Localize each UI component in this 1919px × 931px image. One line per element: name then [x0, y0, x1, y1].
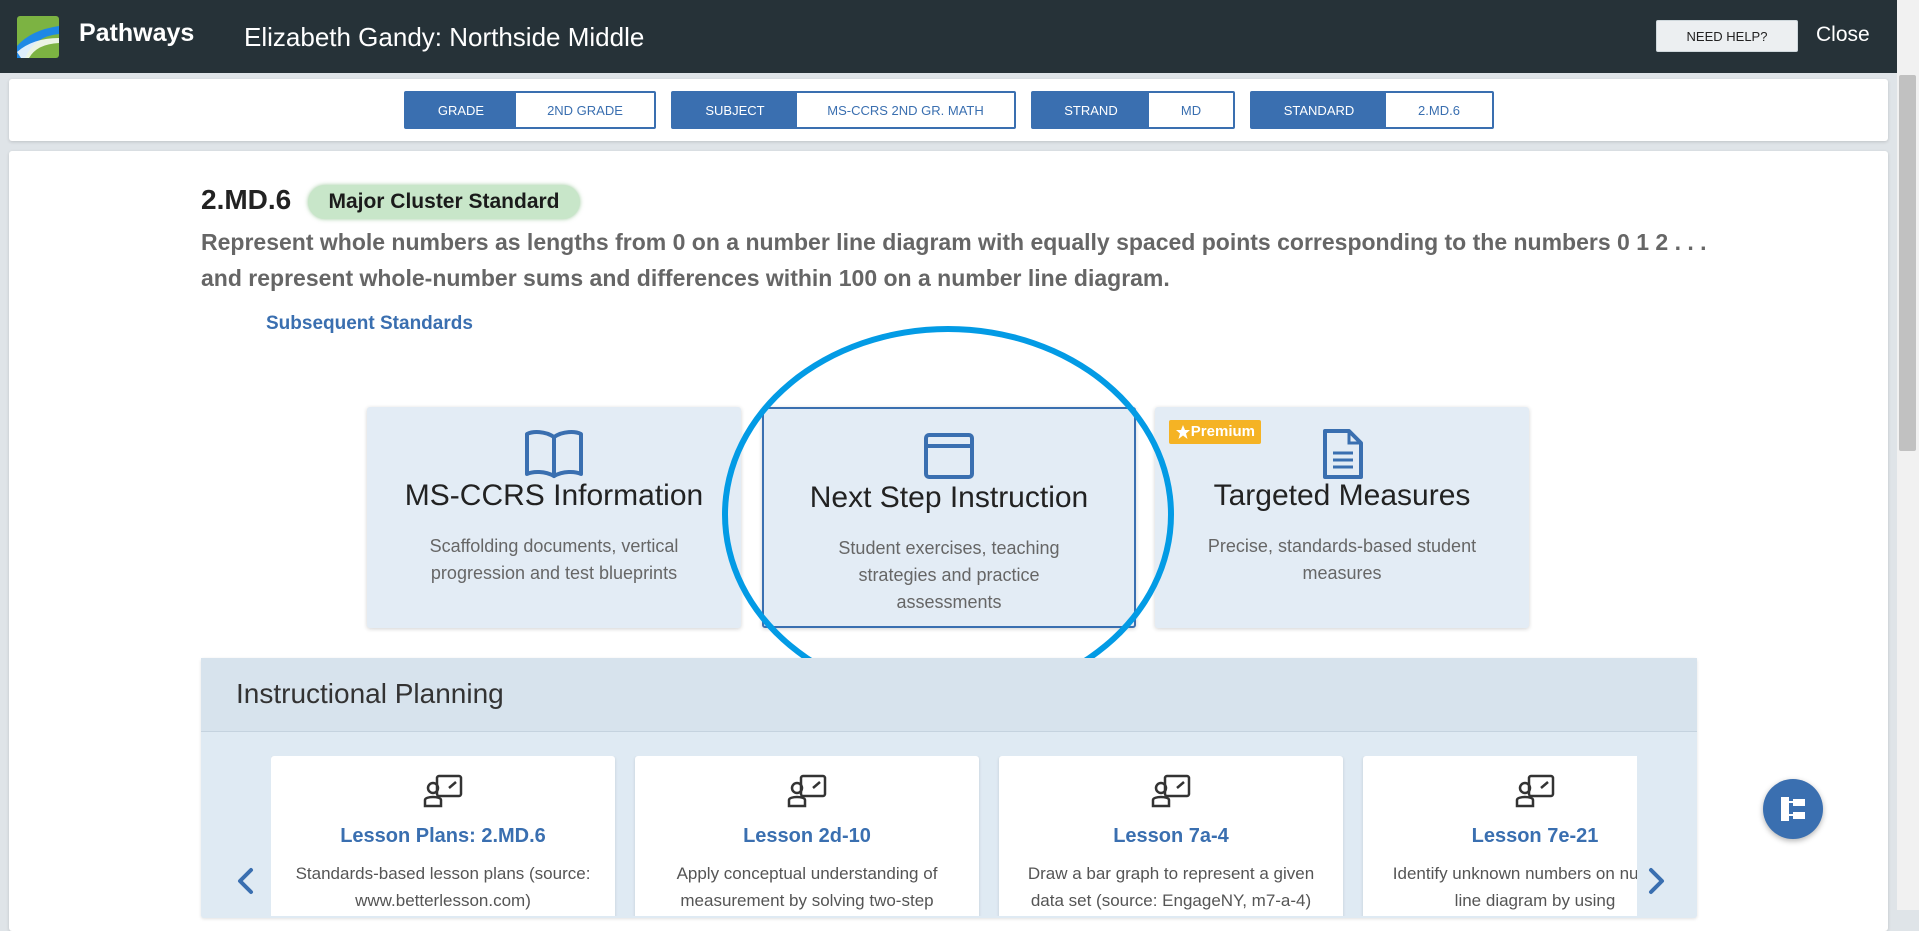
book-icon	[525, 430, 583, 478]
filter-grade[interactable]: GRADE 2ND GRADE	[404, 91, 656, 129]
filter-strand[interactable]: STRAND MD	[1031, 91, 1235, 129]
teacher-board-icon	[787, 774, 827, 808]
close-button[interactable]: Close	[1816, 23, 1870, 47]
premium-label: Premium	[1190, 423, 1255, 440]
lesson-card[interactable]: Lesson 2d-10 Apply conceptual understand…	[635, 756, 979, 916]
premium-badge: Premium	[1169, 420, 1261, 444]
lesson-title[interactable]: Lesson 7a-4	[999, 825, 1343, 848]
teacher-board-icon	[1515, 774, 1555, 808]
document-icon	[1323, 429, 1363, 479]
lesson-card[interactable]: Lesson 7e-21 Identify unknown numbers on…	[1363, 756, 1637, 916]
lesson-title[interactable]: Lesson 7e-21	[1363, 825, 1637, 848]
subsequent-standards-link[interactable]: Subsequent Standards	[266, 313, 473, 335]
filter-standard-value[interactable]: 2.MD.6	[1386, 93, 1492, 127]
lesson-carousel: Lesson Plans: 2.MD.6 Standards-based les…	[271, 756, 1637, 916]
scrollbar-thumb[interactable]	[1899, 75, 1916, 451]
filter-strand-key: STRAND	[1033, 93, 1149, 127]
lesson-card[interactable]: Lesson 7a-4 Draw a bar graph to represen…	[999, 756, 1343, 916]
teacher-board-icon	[423, 774, 463, 808]
teacher-board-icon	[1151, 774, 1191, 808]
lesson-card[interactable]: Lesson Plans: 2.MD.6 Standards-based les…	[271, 756, 615, 916]
tile-title: Next Step Instruction	[809, 481, 1089, 514]
tile-description: Student exercises, teaching strategies a…	[838, 538, 1060, 612]
lesson-description: Identify unknown numbers on number line …	[1392, 864, 1637, 910]
tile-title: Targeted Measures	[1213, 479, 1471, 512]
tile-next-step-instruction[interactable]: Next Step Instruction Student exercises,…	[762, 407, 1136, 628]
page-title: Elizabeth Gandy: Northside Middle	[244, 22, 645, 52]
app-header: Pathways Elizabeth Gandy: Northside Midd…	[0, 0, 1919, 73]
browser-window-icon	[924, 433, 974, 479]
filter-grade-value[interactable]: 2ND GRADE	[516, 93, 654, 127]
tile-description: Precise, standards-based student measure…	[1207, 536, 1477, 583]
cluster-badge: Major Cluster Standard	[308, 185, 580, 219]
filter-strand-value[interactable]: MD	[1149, 93, 1233, 127]
sitemap-fab-button[interactable]	[1763, 779, 1823, 839]
need-help-button[interactable]: NEED HELP?	[1656, 20, 1798, 52]
lesson-title[interactable]: Lesson 2d-10	[635, 825, 979, 848]
lesson-title[interactable]: Lesson Plans: 2.MD.6	[271, 825, 615, 848]
filter-subject[interactable]: SUBJECT MS-CCRS 2ND GR. MATH	[671, 91, 1016, 129]
filter-standard[interactable]: STANDARD 2.MD.6	[1250, 91, 1494, 129]
star-icon	[1176, 425, 1190, 439]
carousel-next-arrow-icon[interactable]	[1644, 866, 1668, 896]
pathways-logo-icon[interactable]	[17, 16, 59, 58]
tile-ms-ccrs-information[interactable]: MS-CCRS Information Scaffolding document…	[367, 407, 741, 628]
lesson-description: Apply conceptual understanding of measur…	[676, 864, 938, 910]
standard-code: 2.MD.6	[201, 184, 292, 215]
lesson-description: Standards-based lesson plans (source: ww…	[295, 864, 591, 910]
filter-subject-key: SUBJECT	[673, 93, 797, 127]
tile-description: Scaffolding documents, vertical progress…	[429, 536, 679, 583]
standard-description: Represent whole numbers as lengths from …	[201, 229, 1707, 291]
lesson-description: Draw a bar graph to represent a given da…	[1027, 864, 1315, 910]
sitemap-icon	[1781, 797, 1805, 821]
filter-grade-key: GRADE	[406, 93, 516, 127]
carousel-prev-arrow-icon[interactable]	[234, 866, 258, 896]
instructional-planning-title: Instructional Planning	[236, 678, 504, 709]
brand-name[interactable]: Pathways	[79, 19, 194, 48]
filter-subject-value[interactable]: MS-CCRS 2ND GR. MATH	[797, 93, 1014, 127]
filter-standard-key: STANDARD	[1252, 93, 1386, 127]
tile-title: MS-CCRS Information	[404, 479, 704, 512]
